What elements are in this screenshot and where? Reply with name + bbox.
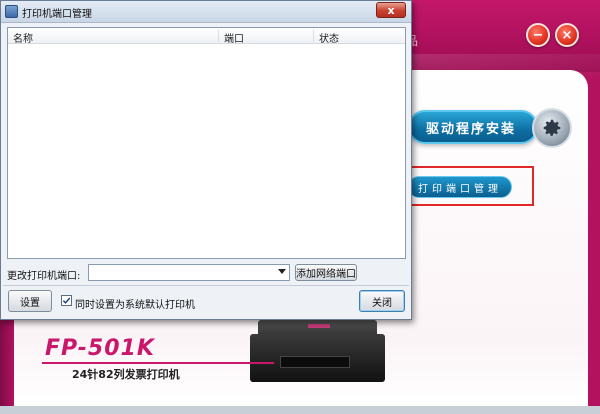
dialog-divider	[3, 285, 409, 286]
close-button[interactable]: 关闭	[359, 290, 405, 312]
default-printer-label[interactable]: 同时设置为系统默认打印机	[75, 296, 195, 311]
installer-bottom-strip	[0, 406, 600, 414]
printer-image	[250, 320, 385, 382]
change-port-label: 更改打印机端口:	[7, 271, 81, 282]
column-header-name[interactable]: 名称	[13, 30, 33, 45]
close-icon: ×	[561, 27, 573, 43]
model-name: FP-501K	[45, 336, 155, 361]
dialog-titlebar[interactable]: 打印机端口管理 x	[1, 1, 411, 23]
model-description: 24针82列发票打印机	[72, 368, 180, 381]
dialog-close-button[interactable]: x	[376, 2, 406, 18]
list-header: 名称 端口 状态	[8, 28, 405, 45]
add-network-port-button[interactable]: 添加网络端口	[295, 264, 357, 281]
dialog-title: 打印机端口管理	[22, 9, 92, 20]
column-separator	[313, 30, 314, 42]
gear-icon[interactable]	[532, 108, 572, 148]
installer-close-button[interactable]: ×	[555, 23, 579, 47]
column-header-status[interactable]: 状态	[319, 30, 339, 45]
port-management-dialog: 打印机端口管理 x 名称 端口 状态 更改打印机端口: 添加网络端口 设置 同时…	[0, 0, 412, 320]
column-header-port[interactable]: 端口	[224, 30, 244, 45]
default-printer-checkbox[interactable]	[61, 295, 72, 306]
close-icon: x	[387, 3, 395, 17]
check-icon	[62, 297, 71, 304]
printer-paper-slot	[280, 356, 350, 368]
app-icon	[5, 5, 18, 18]
installer-minimize-button[interactable]: −	[526, 23, 550, 47]
chevron-down-icon[interactable]	[278, 269, 286, 274]
driver-install-label: 驱动程序安装	[426, 121, 517, 137]
printer-port-select[interactable]	[88, 264, 290, 281]
settings-button[interactable]: 设置	[8, 290, 52, 312]
driver-install-button[interactable]: 驱动程序安装	[408, 110, 538, 144]
printer-port-list[interactable]: 名称 端口 状态	[7, 27, 406, 259]
minimize-icon: −	[532, 27, 544, 43]
printer-label-strip	[308, 324, 330, 328]
column-separator	[218, 30, 219, 42]
gear-icon-svg	[543, 119, 561, 136]
model-underline	[42, 362, 274, 364]
